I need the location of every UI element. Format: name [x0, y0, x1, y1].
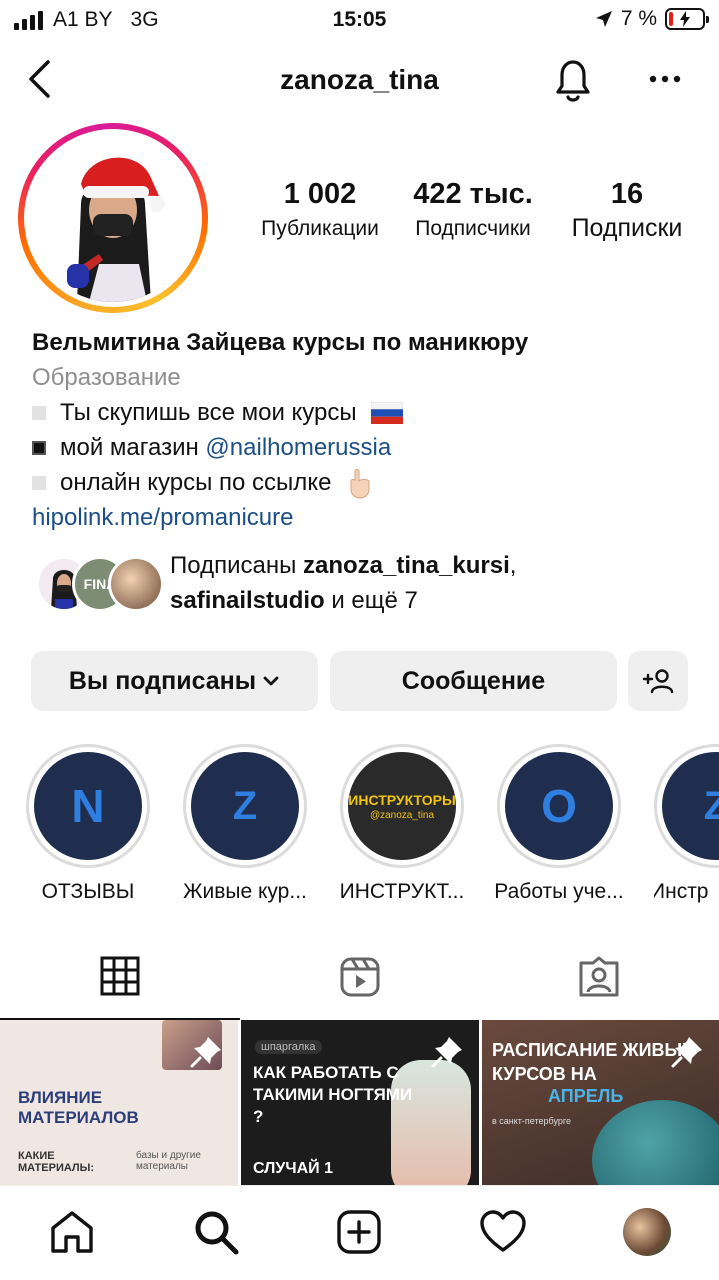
avatar-illustration	[29, 134, 197, 302]
battery-icon	[665, 8, 709, 30]
profile-nav-avatar[interactable]	[623, 1208, 671, 1256]
shop-mention-link[interactable]: @nailhomerussia	[205, 434, 391, 461]
status-bar: A1 BY 3G 15:05 7 %	[0, 0, 719, 40]
posts-count[interactable]: 1 002 Публикации	[250, 178, 390, 241]
follower-avatar-3	[108, 556, 164, 612]
post-thumbnail-1[interactable]: ВЛИЯНИЕ МАТЕРИАЛОВ КАКИЕ МАТЕРИАЛЫ: базы…	[0, 1020, 238, 1185]
grid-icon	[100, 956, 140, 996]
reels-icon	[340, 957, 380, 997]
activity-heart-icon[interactable]	[479, 1208, 527, 1256]
highlight-instructors[interactable]: ИНСТРУКТОРЫ @zanoza_tina ИНСТРУКТ...	[340, 744, 464, 904]
post-thumbnail-2[interactable]: шпаргалка КАК РАБОТАТЬ С ТАКИМИ НОГТЯМИ …	[241, 1020, 479, 1185]
profile-avatar[interactable]	[18, 123, 208, 313]
create-post-icon[interactable]	[335, 1208, 383, 1256]
followers-count[interactable]: 422 тыс. Подписчики	[403, 178, 543, 241]
followed-by-text: Подписаны zanoza_tina_kursi, safinailstu…	[170, 552, 517, 614]
profile-tabs	[0, 940, 719, 1020]
add-person-icon	[642, 669, 674, 694]
following-button[interactable]: Вы подписаны	[31, 651, 318, 711]
tab-reels[interactable]	[240, 940, 480, 1020]
post-thumbnail-3[interactable]: РАСПИСАНИЕ ЖИВЫХ КУРСОВ НА АПРЕЛЬ в санк…	[482, 1020, 719, 1185]
bottom-navigation	[0, 1185, 719, 1280]
search-icon[interactable]	[192, 1208, 240, 1256]
white-square-icon	[32, 405, 46, 420]
highlight-instr-partial[interactable]: Z Инстр	[654, 744, 719, 904]
white-square-icon	[32, 475, 46, 490]
location-arrow-icon	[595, 11, 612, 27]
bio-line-3: онлайн курсы по ссылке	[32, 465, 702, 500]
pin-icon	[671, 1037, 702, 1068]
category-label: Образование	[32, 364, 181, 391]
more-options-icon[interactable]	[644, 58, 686, 100]
profile-bio: Вельмитина Зайцева курсы по маникюру Обр…	[32, 325, 702, 535]
highlight-live-courses[interactable]: Z Живые кур...	[183, 744, 307, 904]
bell-icon[interactable]	[550, 56, 596, 104]
tagged-person-icon	[579, 956, 619, 997]
highlight-reviews[interactable]: N ОТЗЫВЫ	[26, 744, 150, 904]
profile-stats: 1 002 Публикации 422 тыс. Подписчики 16 …	[245, 178, 705, 258]
black-square-icon	[32, 440, 46, 455]
bio-line-1: Ты скупишь все мои курсы	[32, 395, 702, 430]
home-icon[interactable]	[48, 1208, 96, 1256]
header-username: zanoza_tina	[280, 64, 439, 95]
message-button[interactable]: Сообщение	[330, 651, 617, 711]
bio-link[interactable]: hipolink.me/promanicure	[32, 500, 702, 535]
highlight-student-works[interactable]: O Работы уче...	[494, 744, 624, 904]
battery-percent: 7 %	[620, 7, 657, 30]
pin-icon	[190, 1037, 221, 1068]
tab-posts-grid[interactable]	[0, 940, 240, 1020]
pointing-down-hand-icon	[350, 468, 370, 499]
pin-icon	[431, 1037, 462, 1068]
followed-by[interactable]: FINA Подписаны zanoza_tina_kursi, safina…	[36, 548, 706, 618]
tab-tagged[interactable]	[479, 940, 719, 1020]
following-count[interactable]: 16 Подписки	[560, 178, 694, 243]
bio-line-2: мой магазин @nailhomerussia	[32, 430, 702, 465]
add-user-button[interactable]	[628, 651, 688, 711]
chevron-down-icon	[263, 676, 279, 686]
russia-flag-icon	[370, 401, 403, 424]
profile-header: zanoza_tina	[0, 48, 719, 112]
display-name: Вельмитина Зайцева курсы по маникюру	[32, 329, 529, 356]
posts-grid: ВЛИЯНИЕ МАТЕРИАЛОВ КАКИЕ МАТЕРИАЛЫ: базы…	[0, 1020, 719, 1185]
